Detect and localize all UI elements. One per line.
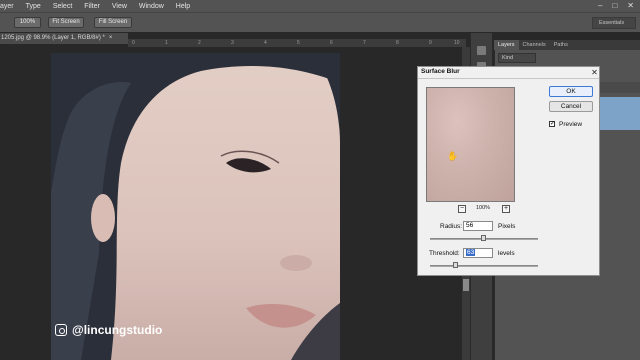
threshold-input[interactable]: 63 [463, 248, 493, 258]
fit-screen-button[interactable]: Fit Screen [48, 17, 84, 28]
workspace-select[interactable]: Essentials [592, 17, 636, 29]
maximize-button[interactable]: □ [612, 1, 617, 10]
threshold-unit: levels [498, 250, 515, 257]
radius-slider-thumb[interactable] [481, 235, 486, 241]
ruler-mark: 1 [165, 40, 168, 46]
tab-channels[interactable]: Channels [519, 40, 550, 50]
options-bar: 100% Fit Screen Fill Screen Essentials [0, 12, 640, 32]
menu-window[interactable]: Window [139, 3, 164, 10]
tab-paths[interactable]: Paths [550, 40, 572, 50]
ruler-mark: 8 [396, 40, 399, 46]
filter-preview[interactable]: ✋ [426, 87, 515, 202]
fill-screen-button[interactable]: Fill Screen [94, 17, 132, 28]
hand-icon: ✋ [447, 151, 459, 161]
history-panel-icon[interactable] [477, 46, 486, 55]
ruler-mark: 9 [429, 40, 432, 46]
portrait-image [51, 53, 340, 360]
document-tab[interactable]: 1205.jpg @ 98.9% (Layer 1, RGB/8#) * × [0, 33, 128, 44]
radius-unit: Pixels [498, 223, 516, 230]
photoshop-window: ayer Type Select Filter View Window Help… [0, 0, 640, 360]
watermark: @lincungstudio [55, 323, 162, 337]
layer-filter-kind[interactable]: Kind [498, 53, 536, 63]
close-window-button[interactable]: ✕ [627, 1, 634, 10]
cancel-button[interactable]: Cancel [549, 101, 593, 112]
selected-layer-row[interactable] [600, 97, 640, 130]
threshold-slider-track[interactable] [430, 265, 538, 267]
scrollbar-thumb[interactable] [463, 279, 469, 291]
document-tab-title: 1205.jpg @ 98.9% (Layer 1, RGB/8#) * [1, 35, 105, 41]
ruler-mark: 7 [363, 40, 366, 46]
zoom-out-button[interactable]: − [458, 205, 466, 213]
menu-view[interactable]: View [112, 3, 127, 10]
panel-tabs: Layers Channels Paths [494, 40, 640, 50]
ruler-mark: 4 [264, 40, 267, 46]
zoom-100-button[interactable]: 100% [14, 17, 41, 28]
ruler-mark: 2 [198, 40, 201, 46]
portrait-photo[interactable] [51, 53, 340, 360]
threshold-label: Threshold: [429, 250, 460, 257]
ruler-mark: 0 [132, 40, 135, 46]
ruler-mark: 6 [330, 40, 333, 46]
ruler-mark: 10 [454, 40, 460, 46]
close-tab-icon[interactable]: × [109, 35, 113, 41]
dialog-titlebar[interactable]: Surface Blur ✕ [418, 67, 599, 79]
minimize-button[interactable]: – [598, 1, 602, 10]
watermark-text: @lincungstudio [72, 323, 163, 337]
preview-label: Preview [559, 121, 583, 128]
menu-help[interactable]: Help [176, 3, 190, 10]
zoom-level: 100% [476, 205, 491, 211]
ruler-mark: 3 [231, 40, 234, 46]
instagram-icon [55, 324, 67, 336]
threshold-slider-thumb[interactable] [452, 262, 458, 268]
menu-bar: ayer Type Select Filter View Window Help [0, 0, 640, 12]
ruler-horizontal: 0 1 2 3 4 5 6 7 8 9 10 [128, 39, 466, 47]
zoom-in-button[interactable]: + [502, 205, 510, 213]
layer-row[interactable] [600, 82, 640, 93]
menu-filter[interactable]: Filter [84, 3, 100, 10]
menu-select[interactable]: Select [53, 3, 72, 10]
dialog-title: Surface Blur [421, 68, 460, 75]
window-controls: – □ ✕ [598, 1, 634, 10]
close-icon[interactable]: ✕ [590, 68, 599, 77]
surface-blur-dialog: Surface Blur ✕ ✋ − 100% + OK Cancel ✓ Pr… [417, 66, 600, 276]
ruler-mark: 5 [297, 40, 300, 46]
preview-checkbox[interactable]: ✓ [549, 121, 555, 127]
menu-layer[interactable]: ayer [0, 3, 14, 10]
radius-label: Radius: [440, 223, 463, 230]
threshold-value: 63 [466, 249, 476, 256]
menu-type[interactable]: Type [26, 3, 41, 10]
radius-input[interactable]: 56 [463, 221, 493, 231]
tab-layers[interactable]: Layers [494, 40, 519, 50]
ok-button[interactable]: OK [549, 86, 593, 97]
